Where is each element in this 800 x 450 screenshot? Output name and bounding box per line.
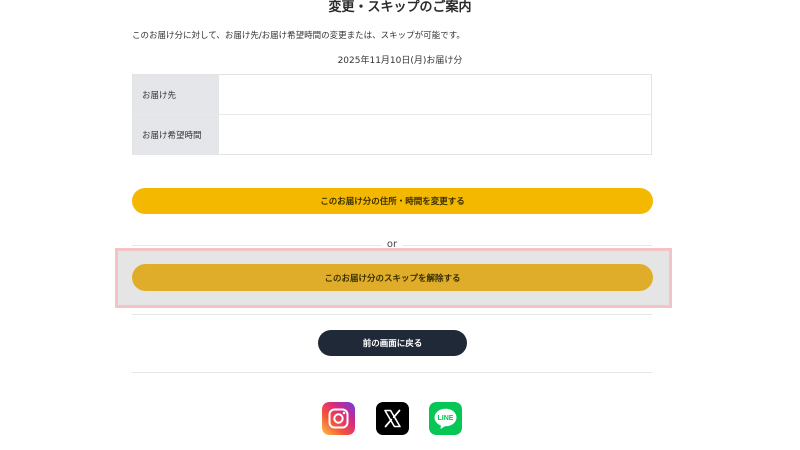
description-text: このお届け分に対して、お届け先/お届け希望時間の変更または、スキップが可能です。 (132, 31, 465, 41)
unskip-button[interactable]: このお届け分のスキップを解除する (132, 264, 653, 291)
line-link[interactable]: LINE (429, 402, 462, 435)
page-title: 変更・スキップのご案内 (328, 0, 472, 15)
change-address-time-button[interactable]: このお届け分の住所・時間を変更する (132, 188, 653, 214)
delivery-date: 2025年11月10日(月)お届け分 (337, 56, 463, 66)
divider (132, 372, 652, 373)
address-value (219, 75, 651, 114)
table-row: お届け先 (133, 75, 651, 115)
table-row: お届け希望時間 (133, 115, 651, 155)
address-label: お届け先 (133, 75, 219, 114)
instagram-link[interactable] (322, 402, 355, 435)
divider (132, 314, 652, 315)
delivery-info-table: お届け先 お届け希望時間 (132, 74, 652, 155)
x-icon (376, 402, 409, 435)
x-link[interactable] (376, 402, 409, 435)
line-icon: LINE (429, 402, 462, 435)
delivery-time-label: お届け希望時間 (133, 115, 219, 155)
back-button[interactable]: 前の画面に戻る (318, 330, 467, 356)
line-logo-text: LINE (438, 415, 454, 422)
instagram-icon (322, 402, 355, 435)
delivery-time-value (219, 115, 651, 155)
